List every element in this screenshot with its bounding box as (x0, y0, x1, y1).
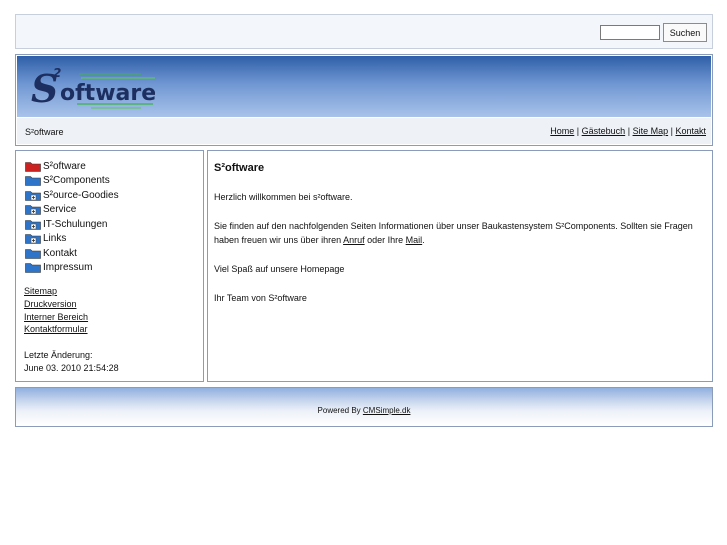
call-link[interactable]: Anruf (343, 235, 365, 245)
sidebar-item-1[interactable]: S²Components (25, 174, 119, 189)
mail-link[interactable]: Mail (406, 235, 423, 245)
sidebar-item-label: S²oftware (43, 160, 86, 172)
folder-open-icon (25, 161, 41, 172)
svg-text:S: S (31, 66, 58, 111)
sidebar-item-7[interactable]: Impressum (25, 261, 119, 276)
separator: | (576, 126, 580, 136)
sidebar-link-sitemap[interactable]: Sitemap (24, 285, 88, 298)
folder-plus-icon (25, 190, 41, 201)
info-paragraph: Sie finden auf den nachfolgenden Seiten … (214, 219, 708, 247)
sidebar-menu: S²oftware S²Components S²ource-Goodies Serv… (25, 159, 119, 275)
sidebar-link-contact-form[interactable]: Kontaktformular (24, 323, 88, 336)
sidebar-link-print[interactable]: Druckversion (24, 298, 88, 311)
header-nav-row: S²oftware Home | Gästebuch | Site Map | … (17, 118, 711, 144)
sidebar-item-3[interactable]: Service (25, 203, 119, 218)
sidebar-item-label: IT-Schulungen (43, 218, 108, 230)
sidebar: S²oftware S²Components S²ource-Goodies Serv… (15, 150, 204, 382)
separator: | (627, 126, 631, 136)
footer-text: Powered By CMSimple.dk (16, 406, 712, 415)
info-text: Sie finden auf den nachfolgenden Seiten … (214, 221, 693, 245)
sidebar-item-label: Impressum (43, 262, 93, 274)
last-change-value: June 03. 2010 21:54:28 (24, 363, 119, 373)
top-link-contact[interactable]: Kontakt (675, 126, 706, 136)
fun-text: Viel Spaß auf unsere Homepage (214, 264, 345, 274)
search-input[interactable] (600, 25, 660, 40)
top-link-guestbook[interactable]: Gästebuch (582, 126, 626, 136)
signature-text: Ihr Team von S²oftware (214, 293, 307, 303)
top-link-sitemap[interactable]: Site Map (633, 126, 669, 136)
folder-plus-icon (25, 205, 41, 216)
folder-icon (25, 263, 41, 274)
header: 2 S oftware S²oftware Home | Gästebuch |… (15, 54, 713, 146)
folder-plus-icon (25, 234, 41, 245)
sidebar-item-label: S²Components (43, 175, 110, 187)
sidebar-item-label: Links (43, 233, 67, 245)
sidebar-item-4[interactable]: IT-Schulungen (25, 217, 119, 232)
sidebar-link-internal[interactable]: Interner Bereich (24, 311, 88, 324)
footer-cmsimple-link[interactable]: CMSimple.dk (363, 406, 411, 415)
sidebar-links: Sitemap Druckversion Interner Bereich Ko… (24, 285, 88, 336)
sidebar-item-6[interactable]: Kontakt (25, 246, 119, 261)
info-text-middle: oder Ihre (364, 235, 406, 245)
footer-prefix: Powered By (317, 406, 363, 415)
search-bar: Suchen (15, 14, 713, 49)
sidebar-item-label: Kontakt (43, 247, 77, 259)
page-title: S²oftware (214, 162, 265, 174)
sidebar-item-0[interactable]: S²oftware (25, 159, 119, 174)
welcome-text: Herzlich willkommen bei s²oftware. (214, 192, 353, 202)
last-change: Letzte Änderung: June 03. 2010 21:54:28 (24, 349, 119, 375)
last-change-label: Letzte Änderung: (24, 350, 93, 360)
sidebar-item-label: Service (43, 204, 77, 216)
sidebar-item-5[interactable]: Links (25, 232, 119, 247)
footer: Powered By CMSimple.dk (15, 387, 713, 427)
svg-text:oftware: oftware (60, 81, 155, 106)
header-banner: 2 S oftware (17, 56, 711, 117)
top-link-home[interactable]: Home (550, 126, 574, 136)
search-button[interactable]: Suchen (663, 23, 707, 42)
sidebar-item-2[interactable]: S²ource-Goodies (25, 188, 119, 203)
separator: | (670, 126, 673, 136)
software-logo[interactable]: 2 S oftware (31, 64, 155, 112)
sidebar-item-label: S²ource-Goodies (43, 189, 119, 201)
top-links: Home | Gästebuch | Site Map | Kontakt (550, 126, 706, 136)
info-text-end: . (422, 235, 425, 245)
folder-icon (25, 176, 41, 187)
folder-icon (25, 248, 41, 259)
site-name: S²oftware (25, 127, 64, 137)
main-content: S²oftware Herzlich willkommen bei s²oftw… (207, 150, 713, 382)
folder-plus-icon (25, 219, 41, 230)
